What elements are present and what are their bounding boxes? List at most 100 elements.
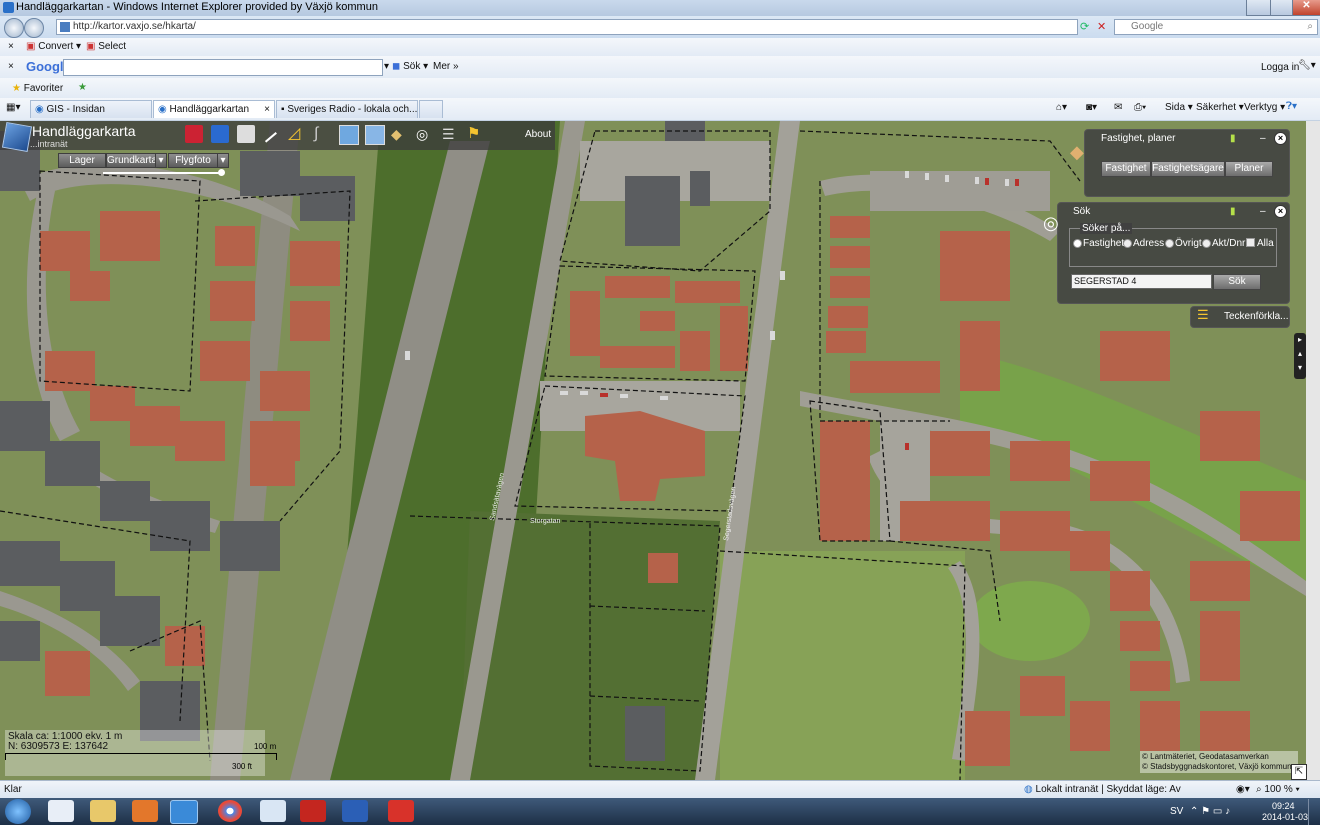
property-panel-minimize[interactable]: – <box>1260 133 1266 144</box>
taskbar-app-icon[interactable] <box>260 800 286 822</box>
aerial-dropdown[interactable]: ▾ <box>217 153 229 168</box>
opacity-slider[interactable] <box>103 172 223 174</box>
zoom-level[interactable]: ⌕ 100 % ▾ <box>1256 784 1300 795</box>
language-indicator[interactable]: SV <box>1170 806 1183 817</box>
clock-date: 2014-01-03 <box>1262 812 1309 822</box>
tab-sveriges-radio[interactable]: ▪ Sveriges Radio - lokala och... <box>276 100 418 118</box>
minimize-button[interactable] <box>1246 0 1272 16</box>
login-link[interactable]: Logga in <box>1261 62 1299 73</box>
property-panel-pin-icon[interactable]: ▮ <box>1230 133 1236 144</box>
base-map-dropdown[interactable]: ▾ <box>155 153 167 168</box>
tab-handlaggarkartan[interactable]: ◉ Handläggarkartan × <box>153 100 275 118</box>
window-title: Handläggarkartan - Windows Internet Expl… <box>16 1 378 13</box>
page-menu[interactable]: Sida ▾ <box>1165 102 1193 113</box>
property-panel-close-icon[interactable]: × <box>1274 132 1287 145</box>
select-button[interactable]: ▣ Select <box>86 41 126 52</box>
pan-controls[interactable]: ▸ ▴ ▾ <box>1294 333 1306 379</box>
stop-icon[interactable]: ✕ <box>1097 20 1106 33</box>
convert-button[interactable]: ▣ Convert ▾ <box>26 41 81 52</box>
search-input[interactable]: SEGERSTAD 4 <box>1071 274 1212 289</box>
protected-mode-icon[interactable]: ◉▾ <box>1236 784 1250 795</box>
select-icon: ▣ <box>86 41 96 52</box>
overview-icon[interactable] <box>365 125 385 145</box>
legend-label: Teckenförkla... <box>1224 311 1289 322</box>
app-subtitle: ...intranät <box>30 139 68 149</box>
plans-button[interactable]: Planer <box>1225 161 1273 177</box>
close-window-button[interactable]: ✕ <box>1292 0 1320 16</box>
property-panel-icon: ◆ <box>1070 142 1084 162</box>
radio-other[interactable] <box>1165 239 1174 248</box>
bookmark-tool-icon[interactable] <box>185 125 203 143</box>
opacity-slider-handle[interactable] <box>218 169 225 176</box>
add-favorite-icon[interactable]: ★ <box>78 82 87 93</box>
security-menu[interactable]: Säkerhet ▾ <box>1196 102 1244 113</box>
start-button[interactable] <box>5 799 31 824</box>
ruler-icon[interactable]: ◿ <box>288 125 306 143</box>
page-scrollbar[interactable] <box>1306 121 1320 780</box>
property-tool-icon[interactable]: ◆ <box>391 125 409 143</box>
security-zone[interactable]: ◍ Lokalt intranät | Skyddat läge: Av <box>1024 784 1181 795</box>
toolbar-close-icon[interactable]: × <box>8 41 14 52</box>
search-icon[interactable]: ⌕ <box>1307 20 1313 34</box>
show-desktop-button[interactable] <box>1308 799 1320 825</box>
checkbox-all[interactable] <box>1246 238 1255 247</box>
search-box[interactable]: Google ⌕ <box>1114 19 1318 35</box>
resize-map-icon[interactable]: ⇱ <box>1291 764 1307 780</box>
layer-button[interactable]: Lager <box>58 153 106 168</box>
taskbar-outlook-icon[interactable] <box>132 800 158 822</box>
scale-bar <box>5 753 277 760</box>
save-tool-icon[interactable] <box>211 125 229 143</box>
pdf-icon: ▣ <box>26 41 36 52</box>
search-panel-close-icon[interactable]: × <box>1274 205 1287 218</box>
base-map-button[interactable]: Grundkarta <box>106 153 157 168</box>
info-tool-icon[interactable]: ⚑ <box>467 125 485 143</box>
about-link[interactable]: About <box>525 129 551 140</box>
help-icon[interactable]: ❓︎▾ <box>1286 101 1297 112</box>
forward-button[interactable] <box>24 18 44 38</box>
google-toolbar-close-icon[interactable]: × <box>8 61 14 72</box>
favorites-button[interactable]: ★ Favoriter <box>12 83 63 94</box>
search-panel-minimize[interactable]: – <box>1260 206 1266 217</box>
mail-icon[interactable]: ✉ <box>1114 102 1122 113</box>
print-icon[interactable]: ⎙▾ <box>1134 102 1146 113</box>
quick-tabs-icon[interactable]: ▦▾ <box>6 102 20 113</box>
star-icon: ★ <box>12 83 21 94</box>
binoculars-icon[interactable]: ◎ <box>416 125 434 143</box>
taskbar-rr-icon[interactable] <box>300 800 326 822</box>
radio-property[interactable] <box>1073 239 1082 248</box>
google-search-button[interactable]: ◼ Sök ▾ <box>392 61 428 72</box>
restore-button[interactable] <box>1270 0 1294 16</box>
tools-menu[interactable]: Verktyg ▾ <box>1244 102 1285 113</box>
map-view-icon[interactable] <box>339 125 359 145</box>
address-field[interactable]: http://kartor.vaxjo.se/hkarta/ <box>56 19 1078 35</box>
refresh-icon[interactable]: ⟳ <box>1080 20 1089 33</box>
tab-gis-insidan[interactable]: ◉ GIS - Insidan <box>30 100 152 118</box>
property-owner-button[interactable]: Fastighetsägare <box>1151 161 1225 177</box>
tray-icons[interactable]: ⌃ ⚑ ▭ ♪ <box>1190 806 1230 817</box>
aerial-photo-button[interactable]: Flygfoto <box>168 153 218 168</box>
radio-case-number[interactable] <box>1202 239 1211 248</box>
draw-tool-icon[interactable]: ∫ <box>314 125 332 143</box>
legend-list-icon[interactable]: ☰ <box>442 125 460 143</box>
wrench-icon[interactable]: 🔧︎▾ <box>1298 60 1316 71</box>
home-icon[interactable]: ⌂▾ <box>1056 102 1067 113</box>
radio-address[interactable] <box>1123 239 1132 248</box>
new-tab-button[interactable] <box>419 100 443 118</box>
taskbar-word-icon[interactable] <box>342 800 368 822</box>
scale-feet-label: 300 ft <box>232 762 253 771</box>
taskbar-document-icon[interactable] <box>48 800 74 822</box>
print-tool-icon[interactable] <box>237 125 255 143</box>
google-search-input[interactable] <box>63 59 383 76</box>
taskbar-ie-icon[interactable] <box>170 800 198 824</box>
tab-close-icon[interactable]: × <box>264 101 270 118</box>
taskbar-pdf-icon[interactable] <box>388 800 414 822</box>
search-submit-button[interactable]: Sök <box>1213 274 1261 290</box>
search-panel-pin-icon[interactable]: ▮ <box>1230 206 1236 217</box>
taskbar-chrome-icon[interactable] <box>218 800 242 822</box>
more-button[interactable]: Mer » <box>433 61 459 72</box>
taskbar-explorer-icon[interactable] <box>90 800 116 822</box>
globe-icon: ◍ <box>1024 784 1033 795</box>
property-button[interactable]: Fastighet <box>1101 161 1151 177</box>
back-button[interactable] <box>4 18 24 38</box>
feeds-icon[interactable]: ◙▾ <box>1086 102 1097 113</box>
